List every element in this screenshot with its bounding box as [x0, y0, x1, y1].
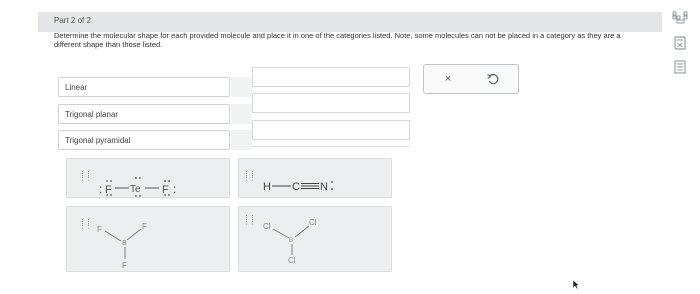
category-trigonal-pyramidal-drop-zone[interactable] — [252, 120, 410, 140]
undo-icon — [487, 73, 499, 85]
category-trigonal-pyramidal-gap — [231, 130, 252, 150]
bcl3-cl-left: Cl — [263, 222, 271, 231]
part-label: Part 2 of 2 — [54, 16, 91, 25]
category-trigonal-pyramidal-label: Trigonal pyramidal — [58, 130, 230, 150]
molecule-card-hcn[interactable]: ⋮⋮ ⋮⋮ H C N — [238, 158, 392, 198]
svg-text::: : — [99, 182, 102, 196]
category-trigonal-planar-label: Trigonal planar — [58, 104, 230, 124]
bf3-f-left: F — [97, 225, 102, 234]
category-linear-drop-zone-lower[interactable] — [252, 93, 410, 113]
periodic-table-icon[interactable] — [672, 10, 688, 24]
tef2-structure: : F Te F : — [99, 177, 176, 197]
hcn-c: C — [292, 181, 300, 193]
bcl3-cl-bottom: Cl — [288, 256, 296, 265]
hcn-h: H — [263, 181, 271, 193]
bf3-f-right: F — [142, 222, 147, 231]
hcn-n: N — [320, 181, 328, 193]
molecule-card-bf3[interactable]: ⋮⋮ ⋮⋮ F B F F — [66, 206, 230, 272]
bf3-f-bottom: F — [122, 261, 127, 270]
tef2-center-te: Te — [130, 184, 141, 195]
bf3-b: B — [122, 240, 127, 247]
bcl3-cl-right: Cl — [309, 218, 317, 227]
molecule-card-tef2[interactable]: ⋮⋮ ⋮⋮ : F Te F : — [66, 158, 230, 198]
bcl3-structure: Cl B Cl Cl — [263, 218, 317, 265]
instructions-text: Determine the molecular shape for each p… — [54, 31, 621, 49]
hcn-structure: H C N — [263, 181, 333, 193]
answer-action-box — [423, 64, 519, 94]
mouse-cursor-icon — [572, 276, 580, 290]
category-linear-drop-zone[interactable] — [252, 67, 410, 87]
tef2-right-f: F — [162, 184, 169, 196]
category-linear-label: Linear — [58, 77, 230, 97]
category-trigonal-planar-gap — [231, 104, 252, 124]
drop-zone-divider — [252, 146, 410, 147]
bf3-structure: F B F F — [97, 222, 147, 270]
calculator-icon[interactable] — [672, 36, 688, 50]
molecule-card-bcl3[interactable]: ⋮⋮ ⋮⋮ Cl B Cl Cl — [238, 206, 392, 272]
notes-icon[interactable] — [672, 60, 688, 74]
tef2-left-f: F — [105, 184, 112, 196]
clear-button[interactable]: × — [439, 71, 457, 87]
svg-text::: : — [173, 182, 176, 196]
category-linear-gap — [231, 77, 252, 97]
undo-button[interactable] — [484, 71, 502, 87]
part-header-bar — [38, 12, 662, 32]
bcl3-b: B — [289, 238, 293, 244]
